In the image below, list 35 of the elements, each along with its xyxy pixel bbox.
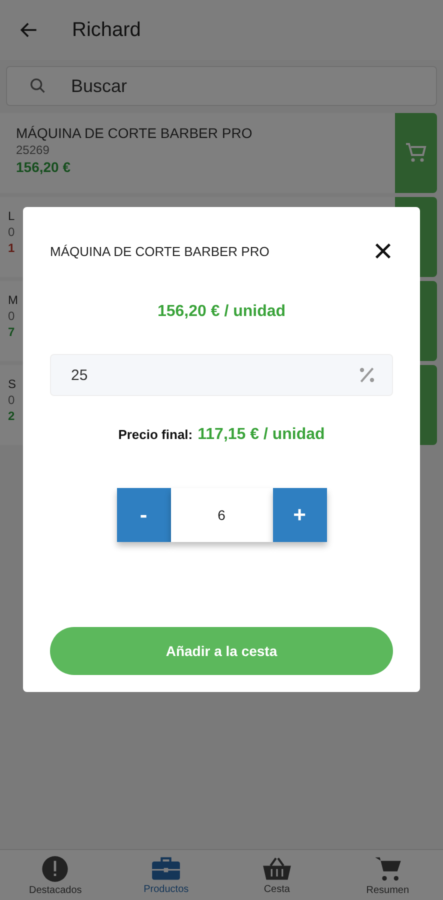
product-code: 0: [8, 393, 15, 407]
cart-icon: [374, 854, 402, 882]
product-code: 0: [8, 225, 15, 239]
nav-tab[interactable]: Cesta: [222, 850, 332, 900]
product-code: 25269: [16, 143, 50, 157]
alert-icon: [41, 854, 70, 882]
nav-tab[interactable]: Resumen: [332, 850, 443, 900]
add-to-basket-button[interactable]: Añadir a la cesta: [50, 627, 393, 675]
close-icon: [373, 241, 393, 261]
cart-icon: [404, 141, 428, 165]
product-name: S: [8, 377, 16, 391]
product-price: 7: [8, 325, 15, 339]
increase-button[interactable]: +: [272, 488, 326, 542]
product-code: 0: [8, 309, 15, 323]
nav-tab[interactable]: Destacados: [0, 850, 111, 900]
product-price: 2: [8, 409, 15, 423]
percent-icon: [357, 365, 377, 385]
product-name: MÁQUINA DE CORTE BARBER PRO: [16, 125, 252, 141]
product-price: 156,20 €: [16, 159, 70, 175]
product-name: M: [8, 293, 18, 307]
product-price: 1: [8, 241, 15, 255]
dialog-title: MÁQUINA DE CORTE BARBER PRO: [50, 244, 270, 258]
discount-field[interactable]: 25: [50, 354, 393, 396]
search-field[interactable]: Buscar: [6, 66, 437, 106]
page-title: Richard: [72, 18, 141, 42]
product-card[interactable]: MÁQUINA DE CORTE BARBER PRO 25269 156,20 €: [0, 113, 395, 193]
basket-icon: [262, 856, 292, 882]
briefcase-icon: [151, 856, 182, 882]
quantity-field[interactable]: 6: [170, 488, 272, 542]
decrease-button[interactable]: -: [116, 488, 170, 542]
unit-price: 156,20 € / unidad: [157, 303, 286, 321]
final-price-label: Precio final:: [118, 427, 193, 442]
final-price: 117,15 € / unidad: [198, 426, 325, 444]
product-name: L: [8, 209, 15, 223]
nav-tab[interactable]: Productos: [110, 850, 222, 900]
